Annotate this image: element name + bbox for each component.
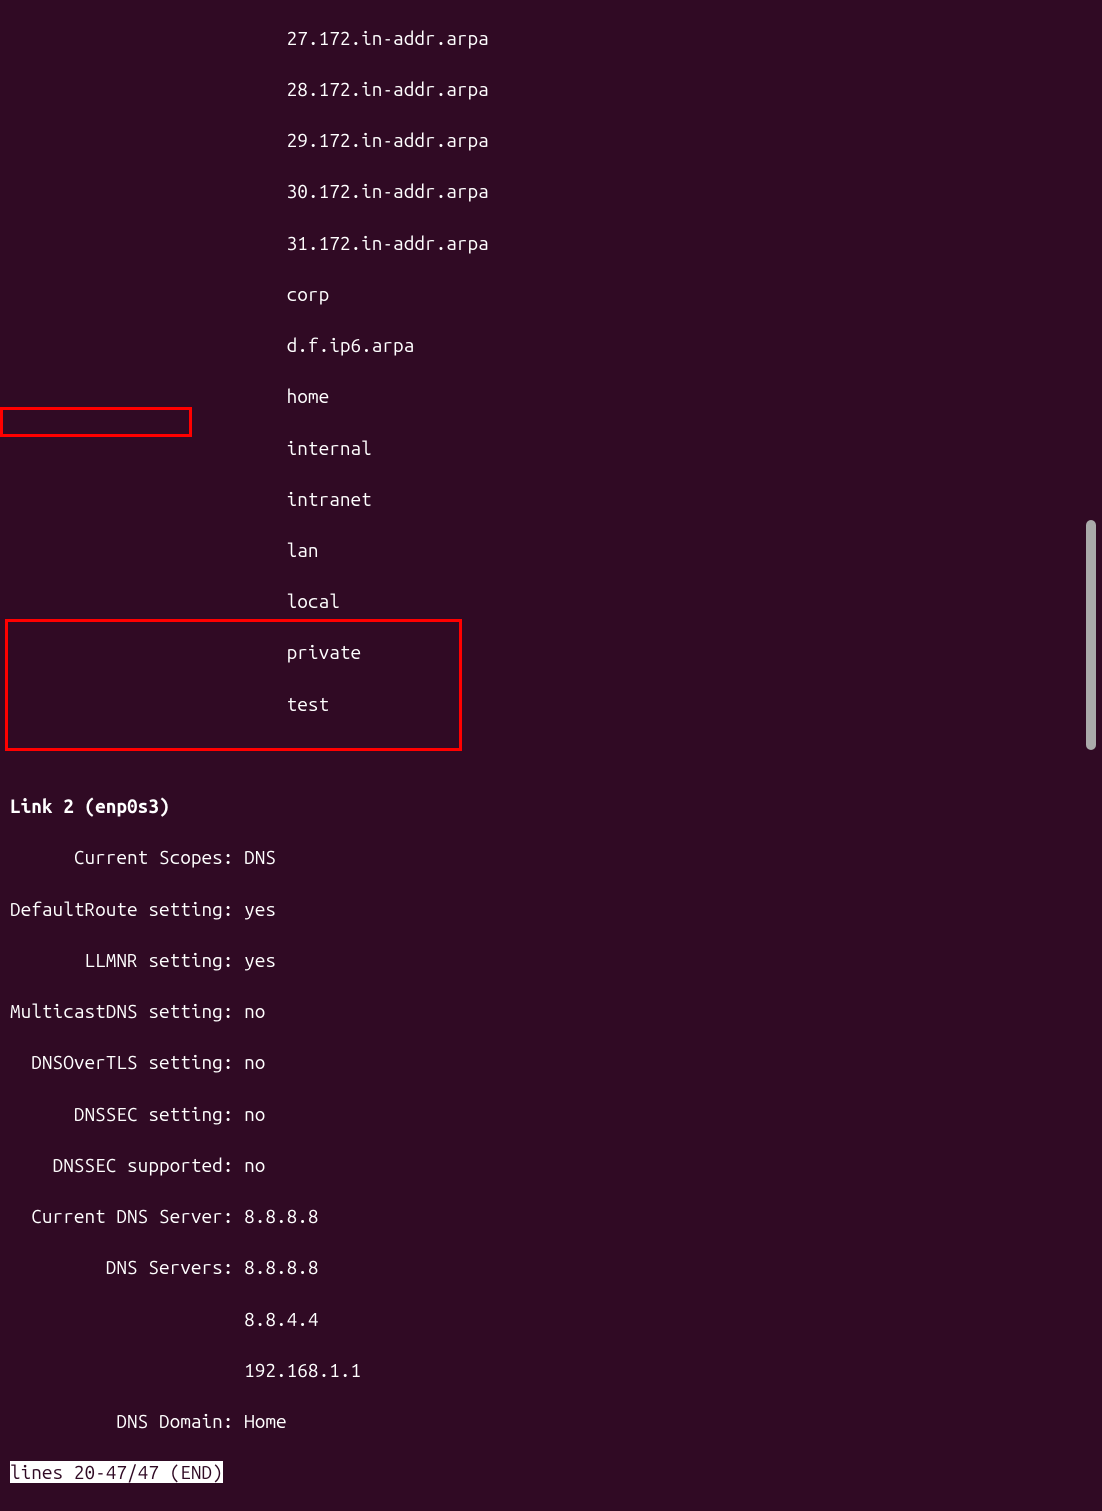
setting-value: yes [244,949,276,971]
domain-entry: corp [287,283,330,305]
pager-status-line: lines 20-47/47 (END) [10,1460,1102,1486]
domain-entry: 30.172.in-addr.arpa [287,180,489,202]
setting-value: Home [244,1410,287,1432]
setting-line: 192.168.1.1 [10,1358,1102,1384]
blank-line [10,743,1102,769]
domain-line: 30.172.in-addr.arpa [10,179,1102,205]
domain-entry: private [287,641,361,663]
setting-line: MulticastDNS setting: no [10,999,1102,1025]
setting-value: no [244,1103,265,1125]
domain-line: d.f.ip6.arpa [10,333,1102,359]
setting-label: Current DNS Server: [31,1205,233,1227]
setting-label: DefaultRoute setting: [10,898,233,920]
setting-line: LLMNR setting: yes [10,948,1102,974]
setting-value: no [244,1000,265,1022]
link-header: Link 2 (enp0s3) [10,794,1102,820]
setting-line: DefaultRoute setting: yes [10,897,1102,923]
setting-value: 8.8.4.4 [244,1308,318,1330]
domain-entry: home [287,385,330,407]
domain-line: 29.172.in-addr.arpa [10,128,1102,154]
setting-line: DNSSEC setting: no [10,1102,1102,1128]
domain-line: 28.172.in-addr.arpa [10,77,1102,103]
domain-entry: local [287,590,340,612]
domain-entry: intranet [287,488,372,510]
domain-entry: test [287,693,330,715]
pager-status: lines 20-47/47 (END) [10,1461,223,1483]
setting-line: DNSSEC supported: no [10,1153,1102,1179]
domain-line: internal [10,436,1102,462]
setting-label: DNS Domain: [116,1410,233,1432]
domain-line: corp [10,282,1102,308]
terminal-output[interactable]: 27.172.in-addr.arpa 28.172.in-addr.arpa … [10,0,1102,1511]
partial-line: 27.172.in-addr.arpa [10,26,1102,52]
domain-line: 31.172.in-addr.arpa [10,231,1102,257]
setting-line: 8.8.4.4 [10,1307,1102,1333]
setting-value: 192.168.1.1 [244,1359,361,1381]
setting-value: no [244,1154,265,1176]
setting-line: DNSOverTLS setting: no [10,1050,1102,1076]
setting-value: yes [244,898,276,920]
setting-line: Current DNS Server: 8.8.8.8 [10,1204,1102,1230]
setting-value: DNS [244,846,276,868]
domain-line: intranet [10,487,1102,513]
setting-line: DNS Servers: 8.8.8.8 [10,1255,1102,1281]
setting-label: Current Scopes: [74,846,234,868]
setting-value: no [244,1051,265,1073]
setting-value: 8.8.8.8 [244,1205,318,1227]
domain-line: local [10,589,1102,615]
domain-line: test [10,692,1102,718]
domain-entry: 29.172.in-addr.arpa [287,129,489,151]
setting-value: 8.8.8.8 [244,1256,318,1278]
domain-line: private [10,640,1102,666]
domain-entry-partial: 27.172.in-addr.arpa [287,27,489,49]
domain-entry: 28.172.in-addr.arpa [287,78,489,100]
domain-entry: d.f.ip6.arpa [287,334,415,356]
domain-entry: 31.172.in-addr.arpa [287,232,489,254]
setting-label: DNS Servers: [106,1256,234,1278]
setting-label: DNSOverTLS setting: [31,1051,233,1073]
setting-label: LLMNR setting: [84,949,233,971]
setting-line: Current Scopes: DNS [10,845,1102,871]
setting-label: DNSSEC setting: [74,1103,234,1125]
setting-label: MulticastDNS setting: [10,1000,233,1022]
domain-line: home [10,384,1102,410]
domain-entry: internal [287,437,372,459]
scrollbar-thumb[interactable] [1086,520,1096,750]
domain-line: lan [10,538,1102,564]
setting-line: DNS Domain: Home [10,1409,1102,1435]
setting-label: DNSSEC supported: [53,1154,234,1176]
domain-entry: lan [287,539,319,561]
